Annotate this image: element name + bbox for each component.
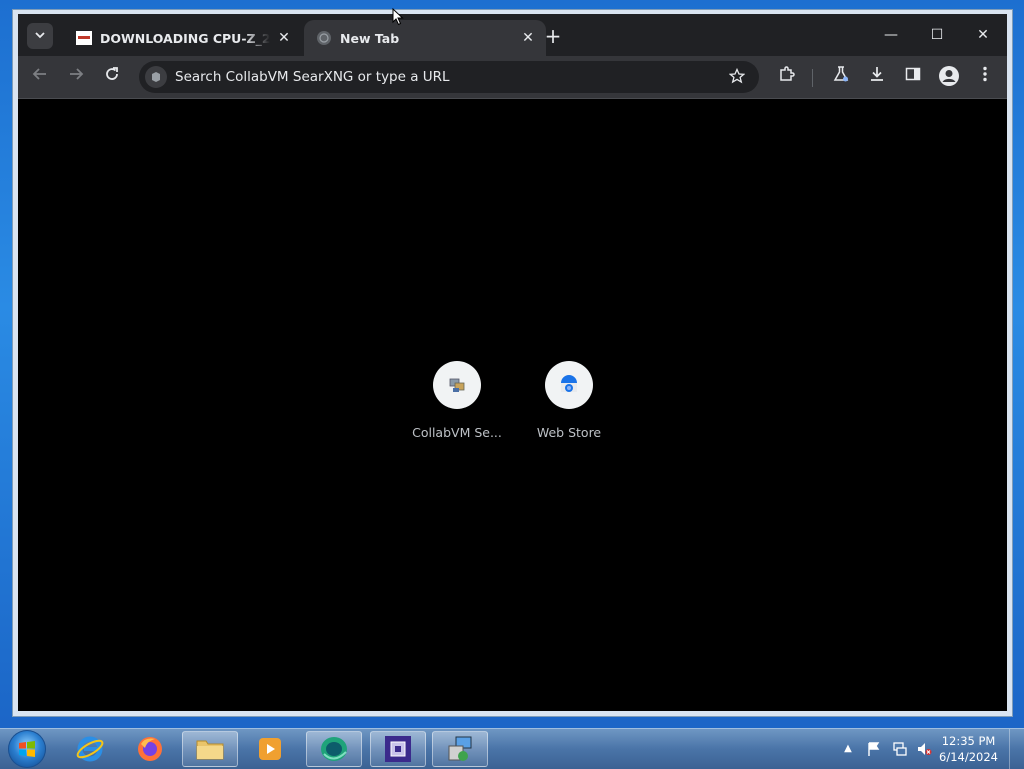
media-player-icon (259, 738, 281, 760)
taskbar-internet-explorer[interactable] (62, 731, 118, 767)
chevron-down-icon (34, 29, 46, 44)
downloads-button[interactable] (865, 65, 889, 89)
maximize-button[interactable]: ☐ (925, 24, 949, 46)
puzzle-icon (778, 66, 796, 87)
new-tab-page: CollabVM Se... Web Store (18, 98, 1007, 711)
browser-icon (321, 737, 347, 761)
profile-button[interactable] (937, 65, 961, 89)
taskbar: ▲ 12:35 PM 6/14/2024 (0, 728, 1024, 769)
ie-icon (76, 736, 104, 762)
shortcut-label: CollabVM Se... (412, 425, 502, 440)
profile-avatar-icon (938, 66, 960, 91)
reload-button[interactable] (100, 65, 124, 89)
clock[interactable]: 12:35 PM 6/14/2024 (939, 733, 998, 765)
back-button[interactable] (28, 65, 52, 89)
reload-icon (104, 67, 120, 86)
forward-button[interactable] (64, 65, 88, 89)
search-engine-icon (145, 66, 167, 88)
taskbar-browser[interactable] (306, 731, 362, 767)
shortcut-web-store[interactable]: Web Store (519, 361, 619, 440)
firefox-icon (138, 737, 162, 761)
browser-window: DOWNLOADING CPU-Z_2.09-EN.ZIP ✕ New Tab … (12, 9, 1013, 717)
side-panel-icon (904, 67, 922, 87)
tab-new-tab[interactable]: New Tab ✕ (304, 20, 546, 56)
download-icon (868, 67, 886, 87)
installer-icon (448, 736, 472, 761)
clock-date: 6/14/2024 (939, 750, 998, 764)
tab-downloading[interactable]: DOWNLOADING CPU-Z_2.09-EN.ZIP ✕ (64, 20, 302, 56)
action-center-flag-icon[interactable] (866, 741, 882, 757)
menu-button[interactable] (973, 65, 997, 89)
mouse-cursor-icon (392, 8, 404, 26)
side-panel-button[interactable] (901, 65, 925, 89)
taskbar-media-player[interactable] (242, 731, 298, 767)
tab-title: New Tab (340, 30, 400, 46)
arrow-left-icon (32, 67, 48, 86)
folder-icon (196, 740, 224, 760)
network-icon[interactable] (892, 741, 908, 757)
tab-close-icon[interactable]: ✕ (520, 30, 536, 46)
extensions-button[interactable] (775, 65, 799, 89)
show-desktop-button[interactable] (1009, 729, 1024, 769)
show-hidden-icons-icon[interactable]: ▲ (840, 741, 856, 757)
flask-icon (832, 66, 850, 87)
page-favicon-icon (76, 30, 92, 46)
clock-time: 12:35 PM (941, 734, 996, 748)
start-button[interactable] (8, 730, 46, 768)
tab-close-icon[interactable]: ✕ (276, 30, 292, 46)
kebab-menu-icon (977, 66, 993, 87)
searxng-icon (433, 361, 481, 409)
omnibox[interactable]: Search CollabVM SearXNG or type a URL (139, 61, 759, 93)
taskbar-file-explorer[interactable] (182, 731, 238, 767)
toolbar-divider (812, 69, 813, 87)
cpu-z-icon (385, 736, 411, 762)
bookmark-star-icon[interactable] (728, 67, 746, 88)
shortcut-label: Web Store (536, 425, 602, 440)
shortcut-collabvm-searxng[interactable]: CollabVM Se... (407, 361, 507, 440)
taskbar-installer[interactable] (432, 731, 488, 767)
arrow-right-icon (68, 67, 84, 86)
labs-button[interactable] (829, 65, 853, 89)
windows-logo-icon (19, 741, 35, 757)
close-button[interactable]: ✕ (971, 24, 995, 46)
browser-toolbar: Search CollabVM SearXNG or type a URL (18, 56, 1007, 98)
omnibox-placeholder: Search CollabVM SearXNG or type a URL (175, 69, 450, 85)
globe-icon (316, 30, 332, 46)
tab-strip: DOWNLOADING CPU-Z_2.09-EN.ZIP ✕ New Tab … (18, 14, 1007, 56)
new-tab-button[interactable]: + (543, 26, 563, 46)
tab-title: DOWNLOADING CPU-Z_2.09-EN.ZIP (100, 30, 270, 46)
volume-muted-icon[interactable] (916, 741, 932, 757)
taskbar-cpu-z[interactable] (370, 731, 426, 767)
taskbar-firefox[interactable] (122, 731, 178, 767)
web-store-icon (545, 361, 593, 409)
minimize-button[interactable]: — (879, 24, 903, 46)
tab-search-button[interactable] (27, 23, 53, 49)
